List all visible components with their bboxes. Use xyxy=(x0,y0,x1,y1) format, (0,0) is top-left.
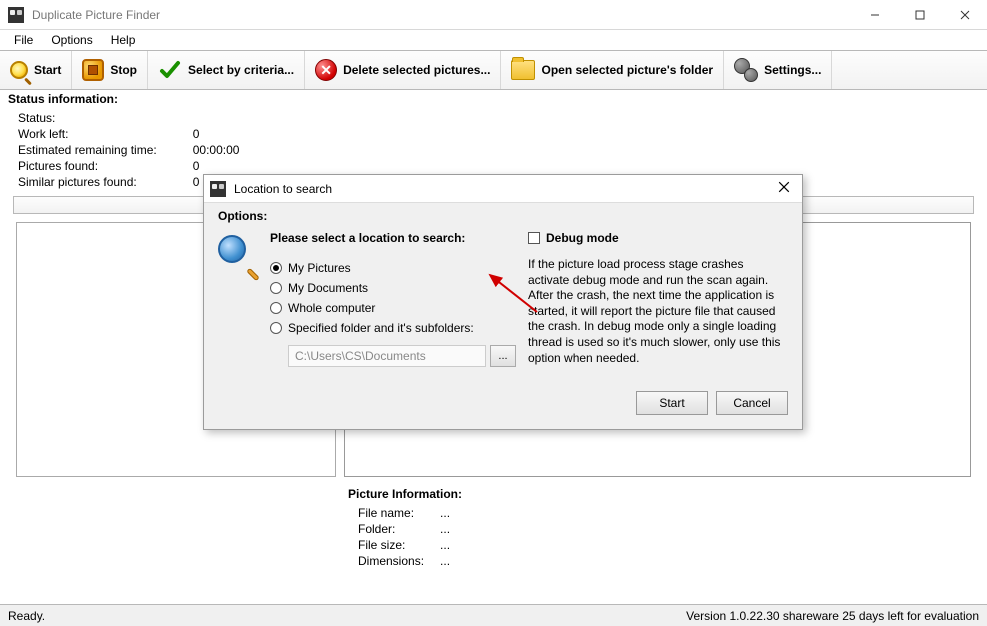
stop-icon xyxy=(82,59,104,81)
workleft-value: 0 xyxy=(193,126,276,142)
open-folder-label: Open selected picture's folder xyxy=(541,63,713,77)
folder-icon xyxy=(511,60,535,80)
gears-icon xyxy=(734,58,758,82)
radio-icon xyxy=(270,282,282,294)
folder-value: ... xyxy=(440,521,466,537)
menu-help[interactable]: Help xyxy=(103,31,144,49)
pictures-label: Pictures found: xyxy=(18,158,193,174)
filesize-value: ... xyxy=(440,537,466,553)
dimensions-value: ... xyxy=(440,553,466,569)
picture-info-heading: Picture Information: xyxy=(348,487,979,501)
folder-path-input[interactable] xyxy=(288,345,486,367)
stop-label: Stop xyxy=(110,63,137,77)
dimensions-label: Dimensions: xyxy=(358,553,440,569)
pictures-value: 0 xyxy=(193,158,276,174)
dialog-app-icon xyxy=(210,181,226,197)
status-heading: Status information: xyxy=(8,92,979,106)
radio-my-pictures[interactable]: My Pictures xyxy=(270,261,516,275)
workleft-label: Work left: xyxy=(18,126,193,142)
select-location-heading: Please select a location to search: xyxy=(270,231,516,245)
search-icon xyxy=(218,235,258,275)
location-dialog: Location to search Options: Please selec… xyxy=(203,174,803,430)
radio-whole-computer[interactable]: Whole computer xyxy=(270,301,516,315)
select-by-criteria-button[interactable]: Select by criteria... xyxy=(148,51,305,89)
delete-label: Delete selected pictures... xyxy=(343,63,490,77)
window-maximize-button[interactable] xyxy=(897,0,942,29)
picture-info-section: Picture Information: File name:... Folde… xyxy=(348,487,979,569)
window-title: Duplicate Picture Finder xyxy=(32,8,160,22)
checkbox-icon xyxy=(528,232,540,244)
folder-label: Folder: xyxy=(358,521,440,537)
start-button[interactable]: Start xyxy=(0,51,72,89)
start-label: Start xyxy=(34,63,61,77)
status-label: Status: xyxy=(18,110,193,126)
debug-mode-checkbox[interactable]: Debug mode xyxy=(528,231,788,245)
radio-my-pictures-label: My Pictures xyxy=(288,261,351,275)
window-minimize-button[interactable] xyxy=(852,0,897,29)
browse-label: ... xyxy=(498,350,507,362)
remaining-label: Estimated remaining time: xyxy=(18,142,193,158)
check-icon xyxy=(158,58,182,82)
app-icon xyxy=(8,7,24,23)
toolbar: Start Stop Select by criteria... ✕ Delet… xyxy=(0,50,987,90)
delete-selected-button[interactable]: ✕ Delete selected pictures... xyxy=(305,51,501,89)
settings-button[interactable]: Settings... xyxy=(724,51,832,89)
stop-button[interactable]: Stop xyxy=(72,51,148,89)
window-controls xyxy=(852,0,987,29)
dialog-start-button[interactable]: Start xyxy=(636,391,708,415)
radio-icon xyxy=(270,262,282,274)
options-label: Options: xyxy=(218,209,788,223)
menu-bar: File Options Help xyxy=(0,30,987,50)
dialog-close-button[interactable] xyxy=(772,180,796,198)
dialog-cancel-button[interactable]: Cancel xyxy=(716,391,788,415)
remaining-value: 00:00:00 xyxy=(193,142,276,158)
debug-mode-description: If the picture load process stage crashe… xyxy=(528,257,788,366)
dialog-titlebar: Location to search xyxy=(204,175,802,203)
magnifier-icon xyxy=(10,61,28,79)
window-titlebar: Duplicate Picture Finder xyxy=(0,0,987,30)
menu-file[interactable]: File xyxy=(6,31,41,49)
select-label: Select by criteria... xyxy=(188,63,294,77)
radio-specified-label: Specified folder and it's subfolders: xyxy=(288,321,474,335)
radio-whole-computer-label: Whole computer xyxy=(288,301,375,315)
radio-specified-folder[interactable]: Specified folder and it's subfolders: xyxy=(270,321,516,335)
dialog-title: Location to search xyxy=(234,182,332,196)
debug-mode-label: Debug mode xyxy=(546,231,619,245)
similar-label: Similar pictures found: xyxy=(18,174,193,190)
status-value xyxy=(193,110,276,126)
window-close-button[interactable] xyxy=(942,0,987,29)
filename-label: File name: xyxy=(358,505,440,521)
status-bar-right: Version 1.0.22.30 shareware 25 days left… xyxy=(686,609,979,623)
status-bar: Ready. Version 1.0.22.30 shareware 25 da… xyxy=(0,604,987,626)
menu-options[interactable]: Options xyxy=(43,31,100,49)
radio-my-documents-label: My Documents xyxy=(288,281,368,295)
radio-my-documents[interactable]: My Documents xyxy=(270,281,516,295)
filesize-label: File size: xyxy=(358,537,440,553)
radio-icon xyxy=(270,322,282,334)
open-folder-button[interactable]: Open selected picture's folder xyxy=(501,51,724,89)
settings-label: Settings... xyxy=(764,63,821,77)
delete-icon: ✕ xyxy=(315,59,337,81)
browse-button[interactable]: ... xyxy=(490,345,516,367)
filename-value: ... xyxy=(440,505,466,521)
radio-icon xyxy=(270,302,282,314)
status-bar-left: Ready. xyxy=(8,609,45,623)
